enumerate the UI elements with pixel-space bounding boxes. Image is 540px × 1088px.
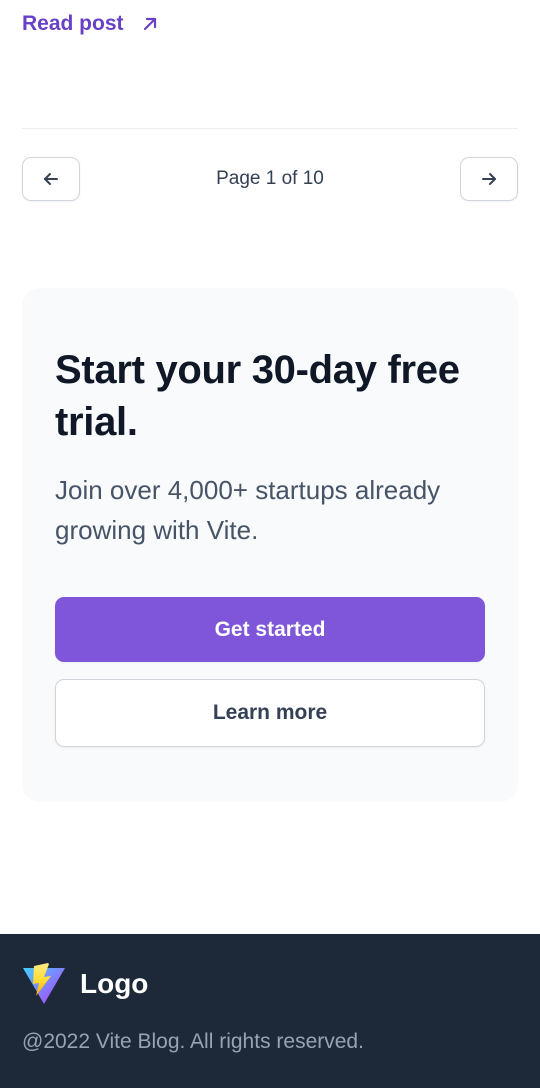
copyright-text: @2022 Vite Blog. All rights reserved. <box>22 1030 364 1053</box>
vite-logo-icon <box>23 963 65 1004</box>
cta-title: Start your 30-day free trial. <box>55 348 460 444</box>
learn-more-button[interactable]: Learn more <box>55 679 485 747</box>
next-page-button[interactable] <box>460 157 518 201</box>
previous-page-button[interactable] <box>22 157 80 201</box>
cta-subtitle: Join over 4,000+ startups already growin… <box>55 475 441 545</box>
logo-text: Logo <box>80 968 149 999</box>
get-started-button[interactable]: Get started <box>55 597 485 662</box>
divider <box>22 128 518 129</box>
arrow-up-right-icon <box>143 17 156 31</box>
footer: Logo @2022 Vite Blog. All rights reserve… <box>0 934 540 1088</box>
cta-card: Start your 30-day free trial. Join over … <box>22 288 518 802</box>
page: Read post Page 1 of 10 Start your 30-day… <box>0 0 540 1088</box>
page-indicator: Page 1 of 10 <box>216 168 324 189</box>
arrow-left-icon <box>44 173 58 185</box>
footer-logo[interactable]: Logo <box>22 962 148 1006</box>
read-post-label: Read post <box>22 12 124 35</box>
arrow-right-icon <box>482 173 496 185</box>
read-post-link[interactable]: Read post <box>22 8 160 40</box>
